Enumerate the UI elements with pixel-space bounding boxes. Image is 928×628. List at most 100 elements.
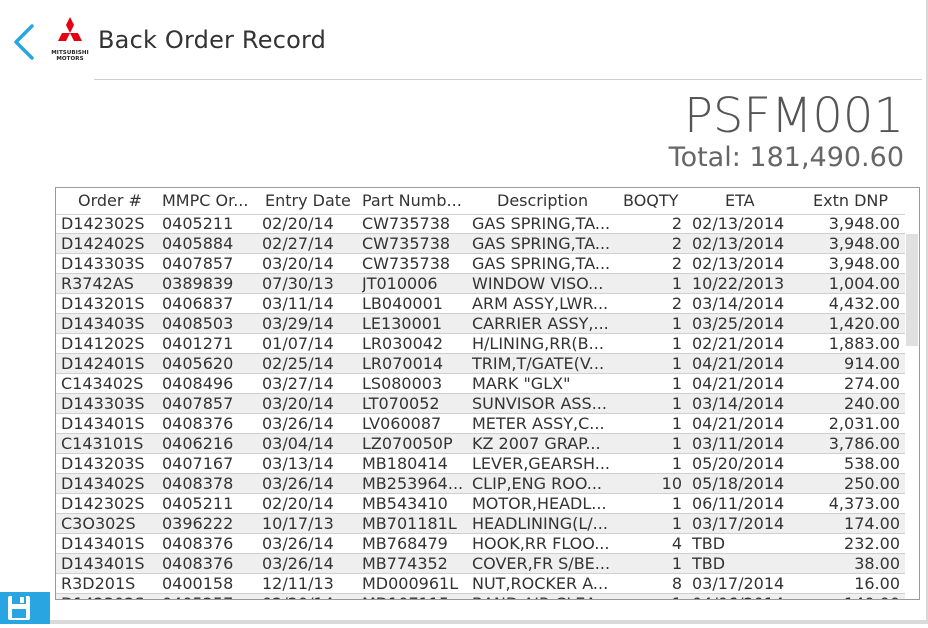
cell-part-number: LR070014 [362, 354, 444, 373]
column-header-part-number[interactable]: Part Numb... [362, 191, 466, 210]
cell-boqty: 1 [671, 354, 682, 373]
table-row[interactable]: D143401S 0408376 03/26/14 LV060087 METER ASS… [56, 414, 906, 434]
scrollbar-thumb[interactable] [906, 234, 918, 346]
table-row[interactable]: C143402S 0408496 03/27/14 LS080003 MARK "GLX… [56, 374, 906, 394]
column-header-boqty[interactable]: BOQTY [623, 191, 693, 210]
cell-extn-dnp: 140.00 [802, 594, 900, 599]
cell-description: HEADLINING(L/... [472, 514, 608, 533]
cell-description: MOTOR,HEADL... [472, 494, 607, 513]
table-row[interactable]: D142302S 0405211 02/20/14 CW735738 GAS SPRIN… [56, 214, 906, 234]
cell-order-number: D142401S [61, 354, 145, 373]
table-row[interactable]: D143303S 0407857 03/20/14 LT070052 SUNVISOR … [56, 394, 906, 414]
table-row[interactable]: D143403S 0408503 03/29/14 LE130001 CARRIER A… [56, 314, 906, 334]
cell-entry-date: 03/13/14 [262, 454, 334, 473]
cell-mmpc-order: 0408376 [162, 554, 234, 573]
column-header-eta[interactable]: ETA [725, 191, 785, 210]
cell-eta: 02/13/2014 [692, 234, 785, 253]
table-row[interactable]: D142402S 0405884 02/27/14 CW735738 GAS SPRIN… [56, 234, 906, 254]
cell-mmpc-order: 0408376 [162, 534, 234, 553]
cell-eta: 04/21/2014 [692, 374, 785, 393]
cell-description: TRIM,T/GATE(V... [472, 354, 605, 373]
cell-order-number: C143101S [61, 434, 144, 453]
column-header-mmpc-order[interactable]: MMPC Or... [162, 191, 254, 210]
cell-boqty: 1 [671, 374, 682, 393]
back-button[interactable] [10, 22, 42, 62]
table-row[interactable]: D143402S 0408378 03/26/14 MB253964... CLIP,E… [56, 474, 906, 494]
cell-order-number: C143402S [61, 374, 144, 393]
cell-mmpc-order: 0407857 [162, 394, 234, 413]
table-row[interactable]: R3742AS 0389839 07/30/13 JT010006 WINDOW VIS… [56, 274, 906, 294]
cell-order-number: D142302S [61, 214, 145, 233]
cell-mmpc-order: 0408376 [162, 414, 234, 433]
cell-part-number: LT070052 [362, 394, 440, 413]
cell-description: KZ 2007 GRAP... [472, 434, 601, 453]
cell-description: MARK "GLX" [472, 374, 571, 393]
save-button[interactable] [0, 592, 50, 624]
column-header-description[interactable]: Description [497, 191, 617, 210]
cell-order-number: D143303S [61, 254, 145, 273]
cell-entry-date: 03/29/14 [262, 314, 334, 333]
cell-mmpc-order: 0405211 [162, 494, 234, 513]
cell-extn-dnp: 1,004.00 [828, 274, 900, 293]
cell-part-number: CW735738 [362, 214, 451, 233]
floppy-disk-icon[interactable] [0, 592, 50, 624]
table-row[interactable]: C3O302S 0396222 10/17/13 MB701181L HEADLININ… [56, 514, 906, 534]
cell-eta: TBD [692, 534, 726, 553]
cell-part-number: LS080003 [362, 374, 443, 393]
cell-eta: 03/17/2014 [692, 574, 785, 593]
column-header-entry-date[interactable]: Entry Date [265, 191, 361, 210]
table-row[interactable]: D143203S 0407167 03/13/14 MB180414 LEVER,GEA… [56, 454, 906, 474]
cell-part-number: LR030042 [362, 334, 444, 353]
cell-order-number: D143401S [61, 554, 145, 573]
cell-description: CLIP,ENG ROO... [472, 474, 603, 493]
cell-order-number: D142302S [61, 494, 145, 513]
column-header-order[interactable]: Order # [78, 191, 168, 210]
table-row[interactable]: D143401S 0408376 03/26/14 MB768479 HOOK,RR F… [56, 534, 906, 554]
table-row[interactable]: D143303S 0407857 03/20/14 CW735738 GAS SPRIN… [56, 254, 906, 274]
cell-description: CARRIER ASSY,... [472, 314, 609, 333]
cell-description: WINDOW VISO... [472, 274, 604, 293]
cell-boqty: 2 [671, 214, 682, 233]
cell-extn-dnp: 232.00 [844, 534, 900, 553]
cell-order-number: D142302S [61, 594, 153, 599]
cell-mmpc-order: 0408503 [162, 314, 234, 333]
cell-description: ARM ASSY,LWR... [472, 294, 609, 313]
cell-boqty: 1 [671, 554, 682, 573]
cell-description: GAS SPRING,TA... [472, 214, 611, 233]
table-row[interactable]: D142302S 0405211 02/20/14 MB543410 MOTOR,HEA… [56, 494, 906, 514]
table-row[interactable]: D142401S 0405620 02/25/14 LR070014 TRIM,T/GA… [56, 354, 906, 374]
cell-entry-date: 02/20/14 [262, 214, 334, 233]
cell-boqty: 4 [671, 534, 682, 553]
table-scrollbar[interactable] [905, 214, 919, 599]
cell-boqty: 1 [616, 594, 682, 599]
cell-description: COVER,FR S/BE... [472, 554, 611, 573]
cell-mmpc-order: 0400158 [162, 574, 234, 593]
table-row[interactable]: C143101S 0406216 03/04/14 LZ070050P KZ 2007 … [56, 434, 906, 454]
cell-eta: 04/21/2014 [692, 414, 785, 433]
column-header-extn-dnp[interactable]: Extn DNP [813, 191, 909, 210]
cell-mmpc-order: 0389839 [162, 274, 234, 293]
cell-mmpc-order: 0396222 [162, 514, 234, 533]
chevron-left-icon[interactable] [10, 22, 42, 62]
cell-mmpc-order: 0401271 [162, 334, 234, 353]
cell-entry-date: 03/26/14 [262, 534, 334, 553]
cell-boqty: 1 [671, 314, 682, 333]
document-code: PSFM001 [683, 88, 904, 144]
table-row[interactable]: D141202S 0401271 01/07/14 LR030042 H/LINING,… [56, 334, 906, 354]
app-header: MITSUBISHI MOTORS Back Order Record [0, 0, 922, 80]
cell-order-number: D141202S [61, 334, 145, 353]
cell-eta: 04/06/2014 [692, 594, 792, 599]
cell-entry-date: 02/20/14 [262, 494, 334, 513]
cell-mmpc-order: 0405211 [162, 214, 234, 233]
cell-mmpc-order: 0405257 [162, 594, 254, 599]
cell-eta: 03/11/2014 [692, 434, 785, 453]
cell-eta: 04/21/2014 [692, 354, 785, 373]
cell-boqty: 1 [671, 394, 682, 413]
cell-part-number: JT010006 [362, 274, 438, 293]
table-row[interactable]: D143201S 0406837 03/11/14 LB040001 ARM ASSY,… [56, 294, 906, 314]
cell-entry-date: 02/20/14 [262, 594, 354, 599]
table-row[interactable]: D143401S 0408376 03/26/14 MB774352 COVER,FR … [56, 554, 906, 574]
cell-eta: 02/13/2014 [692, 254, 785, 273]
table-row[interactable]: R3D201S 0400158 12/11/13 MD000961L NUT,ROCKE… [56, 574, 906, 594]
table-row[interactable]: D142302S 0405257 02/20/14 MD107115 BAND,AIR … [56, 594, 906, 599]
